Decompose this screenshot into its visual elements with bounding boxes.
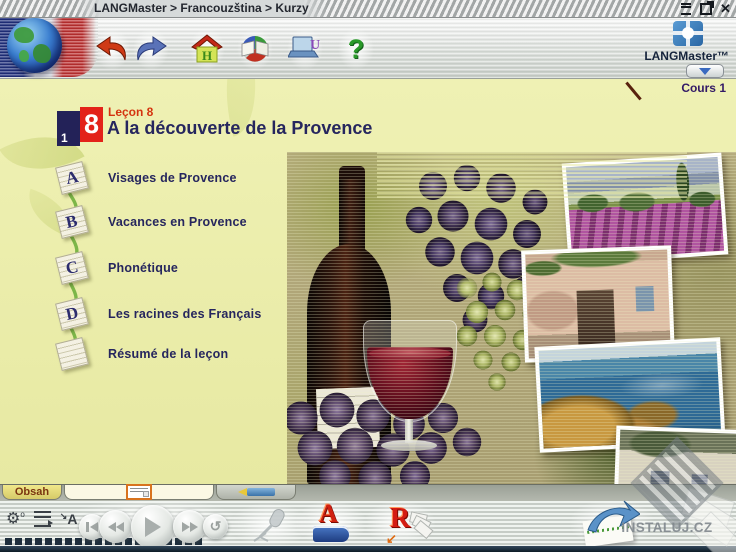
section-item-d[interactable]: D Les racines des Français xyxy=(55,297,262,331)
bottom-toolbar: ⚙o ↘A ↺ A R ↙ xyxy=(0,500,736,549)
lesson-title: A la découverte de la Provence xyxy=(107,118,373,138)
play-button[interactable] xyxy=(131,505,175,549)
course-dropdown-button[interactable] xyxy=(686,64,724,78)
section-pad-icon: A xyxy=(55,161,89,195)
home-button[interactable]: H xyxy=(189,28,225,70)
globe-logo-icon xyxy=(7,18,62,73)
rewind-button[interactable] xyxy=(99,510,132,543)
home-icon: H xyxy=(191,34,223,63)
lesson-kicker: Leçon 8 xyxy=(108,105,154,119)
notes-tab-icon xyxy=(126,484,152,500)
section-pad-icon: B xyxy=(55,205,89,239)
tab-pencil[interactable] xyxy=(216,485,296,500)
section-item-c[interactable]: C Phonétique xyxy=(55,251,178,285)
section-item-a[interactable]: A Visages de Provence xyxy=(55,161,237,195)
dictionary-icon xyxy=(313,526,349,542)
settings-icon[interactable]: ⚙o xyxy=(6,511,25,527)
tab-notes[interactable] xyxy=(64,484,214,500)
forward-button[interactable] xyxy=(133,28,169,70)
tab-obsah[interactable]: Obsah xyxy=(2,485,62,500)
lesson-number-box: 8 xyxy=(80,107,103,142)
pc-course-button[interactable]: U xyxy=(287,28,323,70)
dictionary-button[interactable]: A xyxy=(310,501,354,544)
help-button[interactable]: ? xyxy=(338,28,374,70)
section-item-resume[interactable]: Résumé de la leçon xyxy=(55,337,228,371)
font-size-icon[interactable]: ↘A xyxy=(60,512,78,527)
course-tab[interactable]: Cours 1 xyxy=(625,78,736,101)
section-item-b[interactable]: B Vacances en Provence xyxy=(55,205,247,239)
lesson-number-badge: 1 8 xyxy=(57,107,103,146)
window-menu-icon[interactable] xyxy=(678,2,693,16)
subtitles-icon[interactable] xyxy=(33,511,53,528)
send-lesson-button[interactable] xyxy=(578,500,644,548)
help-icon: ? xyxy=(347,33,365,64)
section-pad-icon: C xyxy=(55,251,89,285)
course-book-button[interactable] xyxy=(237,28,273,70)
langmaster-app-window: LANGMaster > Francouzština > Kurzy ✕ H U… xyxy=(0,0,736,552)
window-title: LANGMaster > Francouzština > Kurzy xyxy=(76,0,327,17)
window-bottom-edge xyxy=(0,546,736,552)
chevron-down-icon xyxy=(699,67,711,75)
play-icon xyxy=(145,517,161,537)
send-icon xyxy=(587,500,640,533)
replay-button[interactable]: ↺ xyxy=(203,514,228,539)
photo-village-corner xyxy=(613,425,736,484)
unit-number-box: 1 xyxy=(57,111,80,146)
brand-name: LANGMaster™ xyxy=(644,49,729,63)
langmaster-logo-icon xyxy=(673,21,703,46)
notes-pad-icon xyxy=(55,337,89,371)
window-restore-icon[interactable] xyxy=(698,0,714,16)
lesson-content: Cours 1 1 8 Leçon 8 A la découverte de l… xyxy=(0,78,736,484)
back-arrow-icon xyxy=(96,36,126,61)
pc-course-icon: U xyxy=(288,36,320,58)
lesson-collage-image xyxy=(287,152,736,484)
forward-arrow-icon xyxy=(137,36,167,61)
fast-forward-button[interactable] xyxy=(173,510,206,543)
window-close-icon[interactable]: ✕ xyxy=(718,1,733,16)
replay-icon: ↺ xyxy=(209,518,222,534)
window-controls: ✕ xyxy=(678,0,733,17)
svg-text:U: U xyxy=(310,38,320,53)
svg-text:H: H xyxy=(202,48,212,63)
microphone-button[interactable] xyxy=(250,507,292,548)
grammar-icon: R xyxy=(390,503,411,534)
grammar-button[interactable]: R ↙ xyxy=(386,503,434,546)
course-book-icon xyxy=(241,36,269,62)
wine-glass xyxy=(363,320,457,452)
section-pad-icon: D xyxy=(55,297,89,331)
top-toolbar: H U ? LANGMaster™ xyxy=(0,17,736,79)
back-button[interactable] xyxy=(94,28,130,70)
player-settings-icons: ⚙o ↘A xyxy=(6,511,78,528)
window-titlebar: LANGMaster > Francouzština > Kurzy ✕ xyxy=(0,0,736,18)
microphone-icon xyxy=(253,509,285,542)
pencil-tab-icon xyxy=(237,488,275,496)
course-tab-label: Cours 1 xyxy=(681,81,726,95)
